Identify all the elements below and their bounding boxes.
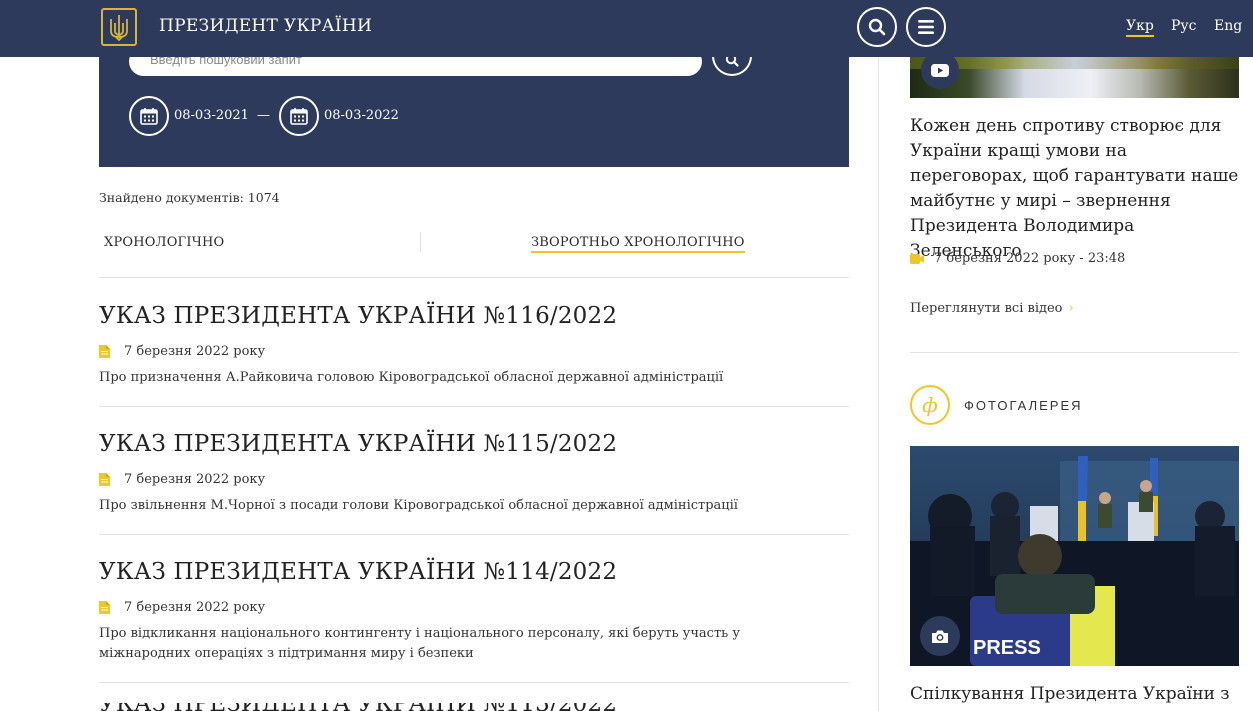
lang-ukr[interactable]: Укр	[1126, 18, 1154, 37]
document-date: 7 березня 2022 року	[124, 600, 266, 615]
top-navigation-bar: ПРЕЗИДЕНТ УКРАЇНИ Укр Рус Eng	[0, 0, 1253, 57]
photo-caption[interactable]: Спілкування Президента України з	[910, 682, 1240, 707]
next-document-title-partial[interactable]: УКАЗ ПРЕЗИДЕНТА УКРАЇНИ №113/2022	[99, 703, 849, 711]
site-title[interactable]: ПРЕЗИДЕНТ УКРАЇНИ	[159, 16, 372, 36]
document-description[interactable]: Про відкликання національного контингент…	[99, 624, 819, 664]
sort-reverse-chronological-button[interactable]: ЗВОРОТНЬО ХРОНОЛОГІЧНО	[531, 235, 745, 253]
chevron-right-icon: ›	[1068, 301, 1074, 316]
photogallery-logo-icon: ф	[910, 385, 950, 425]
calendar-icon	[290, 108, 308, 125]
photo-camera-icon	[932, 630, 948, 643]
document-item: УКАЗ ПРЕЗИДЕНТА УКРАЇНИ №115/2022 7 бере…	[99, 431, 849, 535]
document-date: 7 березня 2022 року	[124, 472, 266, 487]
trident-icon[interactable]	[101, 8, 137, 46]
search-button[interactable]	[857, 7, 897, 47]
search-filter-panel: Введіть пошуковий запит 08-03-2021 — 08-…	[99, 40, 849, 167]
menu-icon	[918, 20, 934, 34]
sidebar-separator	[910, 352, 1239, 353]
document-icon	[99, 345, 110, 358]
date-to-value[interactable]: 08-03-2022	[324, 108, 399, 123]
document-date: 7 березня 2022 року	[124, 344, 266, 359]
document-item: УКАЗ ПРЕЗИДЕНТА УКРАЇНИ №116/2022 7 бере…	[99, 303, 849, 407]
calendar-icon	[140, 108, 158, 125]
photogallery-title[interactable]: ФОТОГАЛЕРЕЯ	[964, 398, 1083, 413]
date-to-picker[interactable]	[279, 96, 319, 136]
video-timestamp: 7 березня 2022 року - 23:48	[934, 251, 1126, 266]
documents-found-count: Знайдено документів: 1074	[99, 190, 280, 205]
document-description[interactable]: Про звільнення М.Чорної з посади голови …	[99, 496, 819, 516]
document-description[interactable]: Про призначення А.Райковича головою Кіро…	[99, 368, 819, 388]
document-item: УКАЗ ПРЕЗИДЕНТА УКРАЇНИ №114/2022 7 бере…	[99, 559, 849, 683]
video-thumbnail[interactable]	[910, 57, 1239, 98]
menu-button[interactable]	[906, 7, 946, 47]
photo-vest-text: PRESS	[973, 637, 1041, 659]
document-title[interactable]: УКАЗ ПРЕЗИДЕНТА УКРАЇНИ №115/2022	[99, 431, 617, 457]
sort-controls: ХРОНОЛОГІЧНО ЗВОРОТНЬО ХРОНОЛОГІЧНО	[99, 230, 849, 278]
document-icon	[99, 601, 110, 614]
sort-chronological-button[interactable]: ХРОНОЛОГІЧНО	[104, 235, 224, 250]
lang-rus[interactable]: Рус	[1171, 18, 1197, 34]
video-headline[interactable]: Кожен день спротиву створює для України …	[910, 114, 1240, 264]
document-icon	[99, 473, 110, 486]
search-icon	[868, 18, 886, 36]
photo-gallery-button[interactable]	[920, 616, 960, 656]
sort-divider	[420, 232, 421, 252]
sidebar-divider	[878, 57, 879, 711]
document-title[interactable]: УКАЗ ПРЕЗИДЕНТА УКРАЇНИ №116/2022	[99, 303, 617, 329]
view-all-videos-link[interactable]: Переглянути всі відео ›	[910, 301, 1074, 316]
video-camera-icon	[910, 253, 924, 264]
date-separator: —	[257, 108, 270, 123]
date-from-value[interactable]: 08-03-2021	[174, 108, 249, 123]
lang-eng[interactable]: Eng	[1214, 18, 1242, 34]
document-title[interactable]: УКАЗ ПРЕЗИДЕНТА УКРАЇНИ №114/2022	[99, 559, 617, 585]
youtube-icon	[931, 63, 949, 77]
date-from-picker[interactable]	[129, 96, 169, 136]
